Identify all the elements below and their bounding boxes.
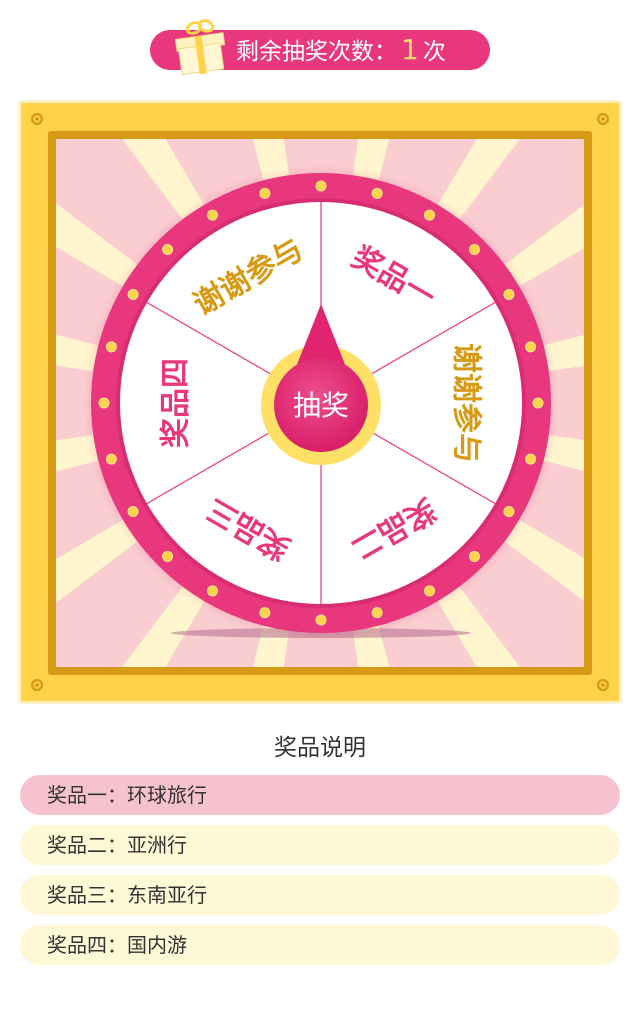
- rim-light-icon: [259, 187, 271, 199]
- rim-light-icon: [162, 550, 174, 562]
- rim-light-icon: [468, 244, 480, 256]
- rim-light-icon: [503, 289, 515, 300]
- wheel-segment-label: 奖品四: [159, 358, 194, 448]
- prize-info-text: 奖品二：亚洲行: [47, 833, 187, 857]
- rim-light-icon: [424, 209, 435, 221]
- screw-icon: [597, 113, 609, 125]
- prize-info-text: 奖品四：国内游: [47, 933, 187, 957]
- rim-light-icon: [98, 397, 110, 409]
- prize-info-text: 奖品一：环球旅行: [47, 783, 207, 807]
- rim-light-icon: [371, 187, 383, 199]
- rim-light-icon: [207, 585, 218, 597]
- rim-light-icon: [525, 453, 537, 465]
- rim-light-icon: [503, 506, 515, 517]
- rim-light-icon: [371, 607, 383, 619]
- lottery-wheel[interactable]: 奖品一谢谢参与奖品二奖品三奖品四谢谢参与 抽奖: [56, 139, 584, 667]
- rim-light-icon: [127, 289, 139, 300]
- rim-light-icon: [315, 614, 327, 626]
- prize-info-text: 奖品三：东南亚行: [47, 883, 207, 907]
- rim-light-icon: [162, 244, 174, 256]
- remaining-draws-unit: 次: [422, 39, 446, 65]
- rim-light-icon: [105, 453, 117, 465]
- rim-light-icon: [525, 341, 537, 353]
- prize-info-item: 奖品一：环球旅行: [20, 775, 620, 815]
- rim-light-icon: [532, 397, 544, 409]
- remaining-draws-count: 1: [401, 33, 419, 66]
- rim-light-icon: [259, 607, 271, 619]
- screw-icon: [31, 679, 43, 691]
- rim-light-icon: [424, 585, 435, 597]
- screw-icon: [597, 679, 609, 691]
- rim-light-icon: [207, 209, 218, 221]
- screw-icon: [31, 113, 43, 125]
- gift-icon: [174, 19, 226, 76]
- prize-info-title: 奖品说明: [274, 735, 366, 761]
- rim-light-icon: [127, 506, 139, 517]
- rim-light-icon: [315, 180, 327, 192]
- prize-info-item: 奖品四：国内游: [20, 925, 620, 965]
- prize-info-item: 奖品二：亚洲行: [20, 825, 620, 865]
- rim-light-icon: [468, 550, 480, 562]
- wheel-segment-label: 谢谢参与: [449, 343, 484, 463]
- remaining-draws-label: 剩余抽奖次数：: [236, 39, 397, 65]
- prize-info-item: 奖品三：东南亚行: [20, 875, 620, 915]
- rim-light-icon: [105, 341, 117, 353]
- start-button-label: 抽奖: [293, 389, 349, 422]
- wheel-stage: 奖品一 谢谢参与 奖品二 奖品三 奖品四 谢谢参与 抽奖: [56, 139, 584, 667]
